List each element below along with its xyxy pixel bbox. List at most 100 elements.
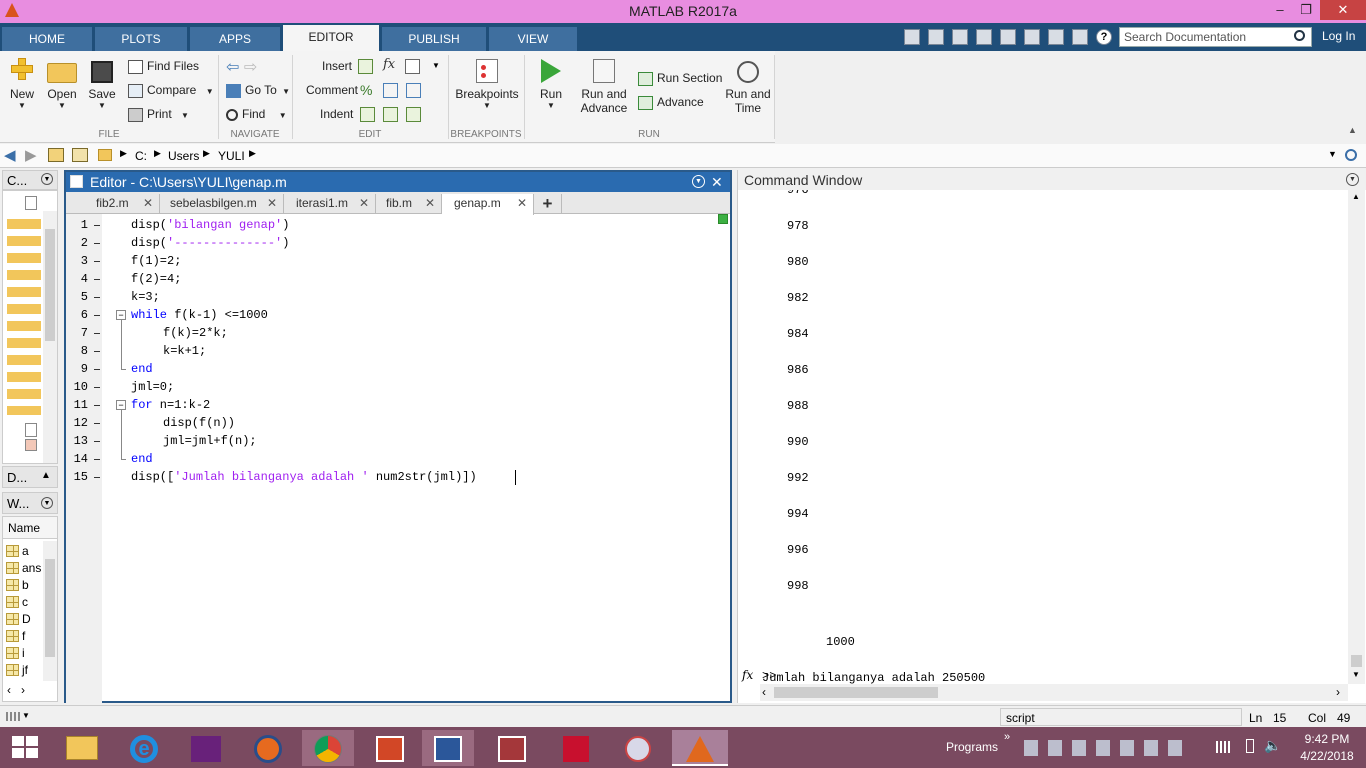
file-tab-fib2[interactable]: fib2.m ✕ — [84, 194, 160, 214]
run-and-advance-button[interactable]: Run and Advance — [578, 55, 630, 115]
name-column-header[interactable]: Name — [3, 517, 57, 539]
close-tab-icon[interactable]: ✕ — [517, 194, 527, 213]
close-window-button[interactable]: ✕ — [1320, 0, 1366, 20]
tab-apps[interactable]: APPS — [190, 27, 280, 51]
file-tab-iterasi1[interactable]: iterasi1.m ✕ — [284, 194, 376, 214]
breakpoint-marker[interactable] — [94, 279, 100, 280]
layout-icon[interactable] — [904, 29, 920, 45]
search-icon[interactable] — [1294, 30, 1305, 41]
smart-indent-icon[interactable] — [360, 107, 375, 122]
copy-icon[interactable] — [976, 29, 992, 45]
firefox-icon[interactable] — [242, 730, 294, 766]
breakpoint-marker[interactable] — [94, 297, 100, 298]
wrap-comments-icon[interactable] — [406, 83, 421, 98]
breakpoint-marker[interactable] — [94, 459, 100, 460]
breakpoint-marker[interactable] — [94, 405, 100, 406]
vertical-scrollbar[interactable] — [43, 541, 57, 681]
panel-menu-icon[interactable]: ▼ — [1346, 173, 1359, 186]
back-forward-nav[interactable]: ⇦ ⇨ — [226, 57, 257, 77]
workspace-variable[interactable]: a — [3, 543, 43, 560]
horizontal-scrollbar[interactable]: ‹ › — [760, 684, 1348, 701]
code-line[interactable]: disp('--------------') — [131, 234, 289, 252]
vertical-scrollbar[interactable] — [43, 211, 57, 463]
breakpoint-marker[interactable] — [94, 243, 100, 244]
fold-toggle-icon[interactable]: − — [116, 310, 126, 320]
minimize-button[interactable]: – — [1268, 0, 1292, 20]
browse-folder-icon[interactable] — [72, 148, 88, 162]
breakpoint-marker[interactable] — [94, 387, 100, 388]
command-window[interactable]: Command Window ▼ 976 978 980 982 984 986 988 9… — [737, 170, 1366, 703]
breakpoint-marker[interactable] — [94, 261, 100, 262]
workspace-variable[interactable]: f — [3, 628, 43, 645]
workspace-variable[interactable]: i — [3, 645, 43, 662]
file-tree[interactable] — [2, 190, 58, 464]
code-line[interactable]: jml=jml+f(n); — [163, 432, 257, 450]
clock-time[interactable]: 9:42 PM — [1302, 732, 1352, 746]
redo-icon[interactable] — [1048, 29, 1064, 45]
code-line[interactable]: end — [131, 450, 153, 468]
increase-indent-icon[interactable] — [383, 107, 398, 122]
login-link[interactable]: Log In — [1322, 29, 1355, 43]
insert-fi-icon[interactable] — [405, 59, 420, 74]
path-dropdown-icon[interactable]: ▼ — [1328, 149, 1337, 159]
file-explorer-icon[interactable] — [56, 730, 108, 766]
code-line[interactable]: for n=1:k-2 — [131, 396, 210, 414]
find-files-button[interactable]: Find Files — [128, 59, 199, 74]
workspace-variable[interactable]: ans — [3, 560, 43, 577]
status-dropdown-icon[interactable]: ▼ — [22, 711, 30, 720]
code-line[interactable]: k=3; — [131, 288, 160, 306]
insert-function-icon[interactable]: fx — [383, 57, 395, 72]
horizontal-scrollbar[interactable]: ‹ › — [3, 683, 57, 699]
file-tab-sebelasbilgen[interactable]: sebelasbilgen.m ✕ — [160, 194, 284, 214]
path-segment[interactable]: YULI — [218, 149, 245, 163]
code-line[interactable]: k=k+1; — [163, 342, 206, 360]
save-quick-icon[interactable] — [928, 29, 944, 45]
workspace-variable[interactable]: b — [3, 577, 43, 594]
panel-menu-icon[interactable]: ▼ — [41, 497, 53, 509]
save-button[interactable]: Save ▼ — [84, 55, 120, 110]
up-folder-icon[interactable] — [48, 148, 64, 162]
file-tab-genap[interactable]: genap.m ✕ — [442, 194, 534, 215]
code-area[interactable]: disp('bilangan genap') disp('------------… — [102, 214, 716, 703]
comment-button[interactable]: Comment — [306, 83, 358, 97]
code-line[interactable]: jml=0; — [131, 378, 174, 396]
comment-percent-icon[interactable]: % — [360, 82, 372, 98]
workspace-variable[interactable]: jf — [3, 662, 43, 679]
search-documentation-input[interactable]: Search Documentation — [1119, 27, 1312, 47]
advance-button[interactable]: Advance — [638, 95, 704, 110]
close-tab-icon[interactable]: ✕ — [425, 194, 435, 213]
workspace-list[interactable]: Name a ans b c Df i jf ‹ › — [2, 516, 58, 702]
close-icon[interactable]: ✕ — [711, 172, 723, 192]
insert-button[interactable]: Insert — [322, 59, 352, 73]
code-analyzer-indicator[interactable] — [718, 214, 728, 224]
print-button[interactable]: Print ▼ — [128, 107, 189, 122]
indent-button[interactable]: Indent — [320, 107, 353, 121]
code-line[interactable]: f(1)=2; — [131, 252, 181, 270]
breakpoint-marker[interactable] — [94, 477, 100, 478]
add-tab-button[interactable]: + — [534, 194, 562, 214]
expand-icon[interactable]: ▲ — [41, 470, 51, 481]
close-tab-icon[interactable]: ✕ — [359, 194, 369, 213]
command-prompt[interactable]: >> — [762, 669, 776, 683]
breakpoints-button[interactable]: Breakpoints ▼ — [454, 55, 520, 110]
help-icon[interactable]: ? — [1096, 29, 1112, 45]
insert-section-icon[interactable] — [358, 59, 373, 74]
breakpoint-marker[interactable] — [94, 441, 100, 442]
forward-icon[interactable]: ▶ — [25, 146, 37, 164]
uncomment-icon[interactable] — [383, 83, 398, 98]
go-to-button[interactable]: Go To ▼ — [226, 83, 290, 98]
chrome-icon[interactable] — [302, 730, 354, 766]
code-line[interactable]: while f(k-1) <=1000 — [131, 306, 268, 324]
tray-icons[interactable] — [1024, 740, 1184, 756]
run-section-button[interactable]: Run Section — [638, 71, 722, 86]
matlab-taskbar-icon[interactable] — [672, 730, 728, 766]
workspace-panel-header[interactable]: W... ▼ — [2, 492, 58, 514]
back-icon[interactable]: ◀ — [4, 146, 16, 164]
code-line[interactable]: disp(f(n)) — [163, 414, 235, 432]
find-button[interactable]: Find ▼ — [226, 107, 287, 121]
powerpoint-icon[interactable] — [364, 730, 416, 766]
breakpoint-marker[interactable] — [94, 369, 100, 370]
tab-plots[interactable]: PLOTS — [95, 27, 187, 51]
breakpoint-marker[interactable] — [94, 315, 100, 316]
visual-studio-icon[interactable] — [180, 730, 232, 766]
